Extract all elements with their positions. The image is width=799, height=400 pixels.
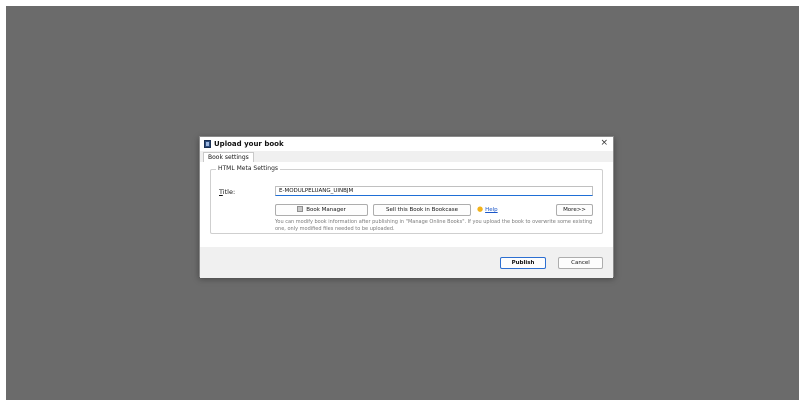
title-label-rest: itle: [222,188,236,196]
dialog-title: Upload your book [214,140,284,148]
app-icon [204,140,211,148]
info-text: You can modify book information after pu… [275,219,593,232]
title-label: Title: [219,188,235,196]
settings-panel: HTML Meta Settings Title: Book Manager S… [200,162,613,248]
sell-in-bookcase-button[interactable]: Sell this Book in Bookcase [373,204,471,216]
group-legend: HTML Meta Settings [216,165,281,172]
publish-button[interactable]: Publish [500,257,546,269]
upload-book-dialog: Upload your book × Book settings HTML Me… [199,136,614,278]
book-manager-icon [297,206,304,212]
close-icon[interactable]: × [600,138,608,148]
cancel-button[interactable]: Cancel [558,257,603,269]
book-manager-label: Book Manager [306,207,346,213]
lightbulb-icon: ● [477,205,484,213]
book-manager-button[interactable]: Book Manager [275,204,368,216]
title-input[interactable] [275,186,593,196]
dialog-footer: Publish Cancel [200,247,613,278]
html-meta-settings-group: HTML Meta Settings Title: Book Manager S… [210,165,603,234]
help-link[interactable]: Help [485,207,498,213]
dialog-titlebar: Upload your book × [200,137,613,151]
more-button[interactable]: More>> [556,204,593,216]
help-link-group[interactable]: ● Help [477,205,498,213]
